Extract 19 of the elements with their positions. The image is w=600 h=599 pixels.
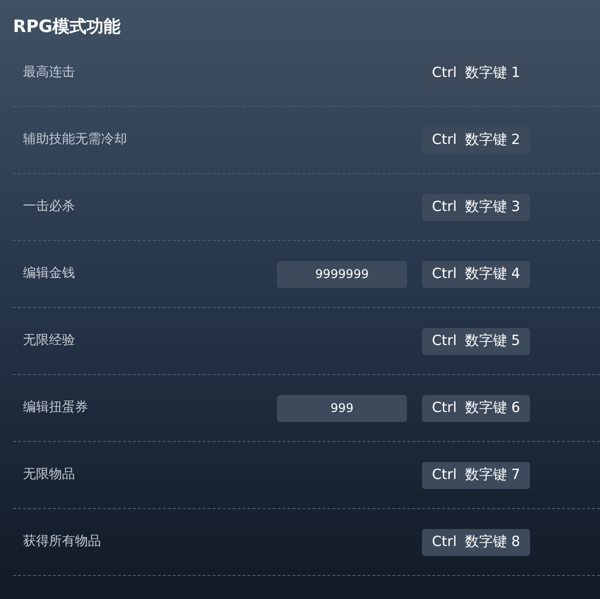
hotkey-button[interactable]: Ctrl 数字键 7 [422,462,530,488]
feature-label: 最高连击 [23,64,75,82]
feature-label: 编辑金钱 [23,265,75,284]
feature-label: 无限经验 [23,332,75,350]
value-field[interactable]: 999 [277,394,407,422]
hotkey-button[interactable]: Ctrl 数字键 5 [422,328,530,354]
feature-label: 一击必杀 [23,198,75,216]
value-field[interactable]: 9999999 [277,260,407,288]
hotkey-button[interactable]: Ctrl 数字键 4 [422,260,530,288]
section-title: RPG模式功能 [13,16,121,39]
feature-label: 编辑扭蛋券 [23,399,88,418]
feature-label: 获得所有物品 [23,533,101,552]
feature-label: 辅助技能无需冷却 [23,131,127,150]
hotkey-button[interactable]: Ctrl 数字键 8 [422,528,530,556]
hotkey-button[interactable]: Ctrl 数字键 2 [422,126,530,154]
feature-label: 无限物品 [23,466,75,484]
hotkey-button[interactable]: Ctrl 数字键 3 [422,194,530,220]
hotkey-button[interactable]: Ctrl 数字键 1 [422,60,530,86]
hotkey-button[interactable]: Ctrl 数字键 6 [422,394,530,422]
